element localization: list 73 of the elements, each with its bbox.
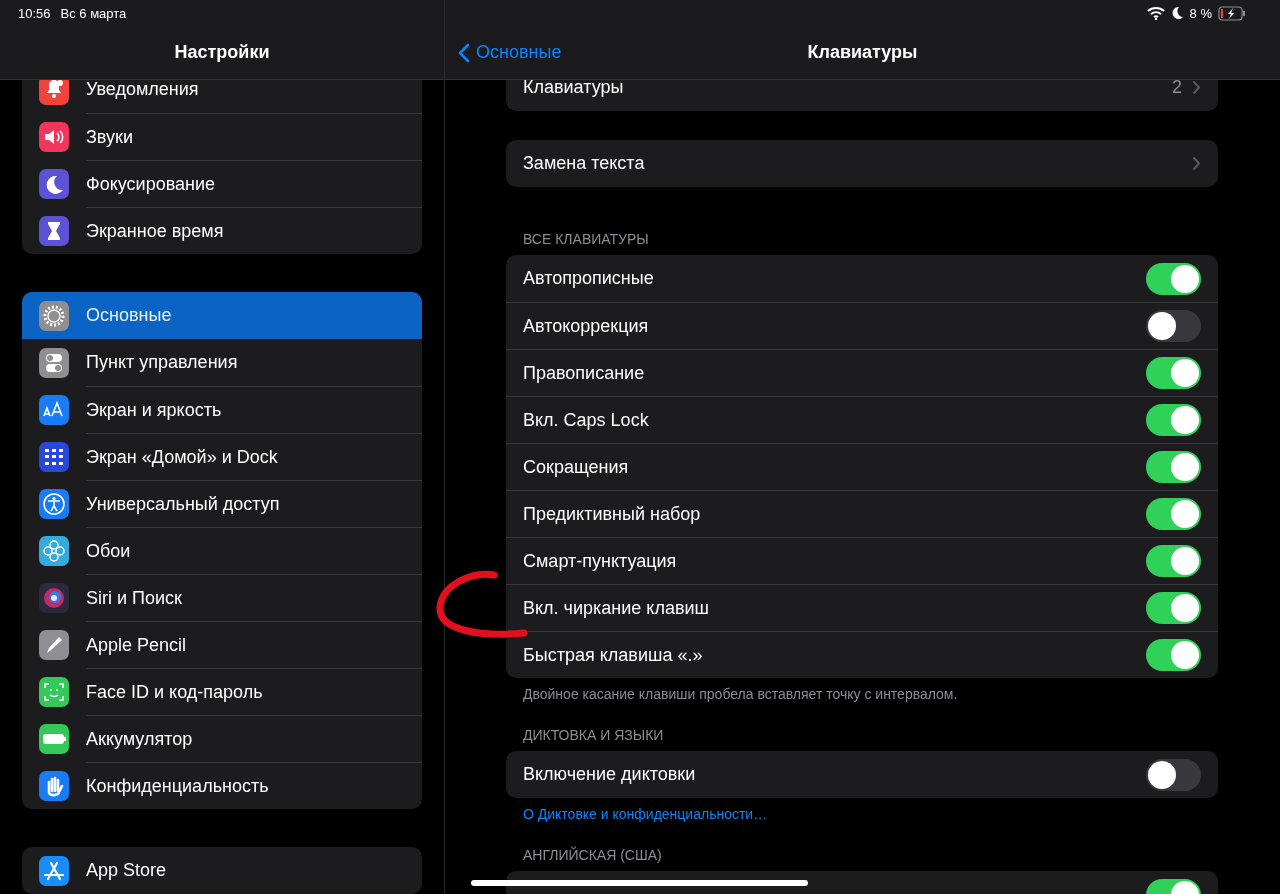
chevron-right-icon <box>1192 80 1201 95</box>
section-header: АНГЛИЙСКАЯ (США) <box>523 846 663 864</box>
toggle-switch[interactable] <box>1146 545 1201 577</box>
sidebar-item[interactable]: Экранное время <box>22 207 422 254</box>
item-label: Face ID и код-пароль <box>86 681 263 703</box>
row-label: Автопрописные <box>523 268 655 289</box>
privacy-link[interactable]: О Диктовке и конфиденциальности… <box>523 806 1280 823</box>
item-label: App Store <box>86 860 167 881</box>
sidebar-title: Настройки <box>174 42 270 63</box>
row-label: Включение диктовки <box>523 764 697 785</box>
status-date: Вс 6 марта <box>60 5 127 21</box>
item-label: Apple Pencil <box>86 634 187 656</box>
sidebar-item[interactable]: Звуки <box>22 113 422 160</box>
toggle-switch[interactable] <box>1146 639 1201 671</box>
sidebar-item[interactable]: Фокусирование <box>22 160 422 207</box>
chevron-left-icon <box>458 42 470 63</box>
item-label: Конфиденциальность <box>86 775 269 797</box>
item-label: Универсальный доступ <box>86 493 280 515</box>
toggle-switch[interactable] <box>1146 451 1201 483</box>
sidebar-item[interactable]: Уведомления <box>22 80 422 113</box>
toggle-switch[interactable] <box>1146 592 1201 624</box>
sidebar-item[interactable]: Face ID и код-пароль <box>22 668 422 715</box>
row-label: Замена текста <box>523 153 646 174</box>
row-label: Вкл. Caps Lock <box>523 409 650 431</box>
row-label: Правописание <box>523 362 646 384</box>
item-label: Siri и Поиск <box>86 587 182 609</box>
toggle-switch[interactable] <box>1146 404 1201 436</box>
toggle-switch[interactable] <box>1146 498 1201 530</box>
sidebar-item[interactable]: Экран и яркость <box>22 386 422 433</box>
item-label: Экран «Домой» и Dock <box>86 446 278 468</box>
sidebar-item[interactable]: Пункт управления <box>22 339 422 386</box>
section-header: ВСЕ КЛАВИАТУРЫ <box>523 230 650 248</box>
settings-row[interactable]: Клавиатуры 2 <box>506 80 1218 111</box>
sidebar-item[interactable]: Конфиденциальность <box>22 762 422 809</box>
row-label: Предиктивный набор <box>523 503 702 525</box>
sidebar-item[interactable]: Apple Pencil <box>22 621 422 668</box>
toggle-switch[interactable] <box>1146 310 1201 342</box>
sidebar-item[interactable]: Siri и Поиск <box>22 574 422 621</box>
sidebar-item[interactable]: App Store <box>22 847 422 894</box>
row-label: Быстрая клавиша «.» <box>523 644 704 666</box>
row-value: 2 <box>1172 80 1182 98</box>
page-title: Клавиатуры <box>807 42 918 63</box>
toggle-switch[interactable] <box>1146 262 1201 295</box>
row-label: Автокоррекция <box>523 315 650 337</box>
row-label: Вкл. чиркание клавиш <box>523 597 710 619</box>
wifi-icon <box>1146 6 1165 20</box>
item-label: Фокусирование <box>86 173 216 195</box>
battery-percent: 8 % <box>1189 5 1212 21</box>
sidebar-item[interactable]: Аккумулятор <box>22 715 422 762</box>
item-label: Аккумулятор <box>86 728 193 750</box>
sidebar-item[interactable]: Основные <box>22 292 422 339</box>
sidebar-item[interactable]: Обои <box>22 527 422 574</box>
footer-note: Двойное касание клавиши пробела вставляет точку с интервалом. <box>523 686 959 703</box>
settings-row[interactable]: Замена текста <box>506 140 1218 187</box>
status-time: 10:56 <box>18 5 51 21</box>
item-label: Уведомления <box>86 80 199 100</box>
section-header: ДИКТОВКА И ЯЗЫКИ <box>523 726 665 744</box>
item-label: Пункт управления <box>86 352 238 373</box>
item-label: Обои <box>86 540 131 562</box>
chevron-right-icon <box>1192 156 1201 171</box>
toggle-switch[interactable] <box>1146 758 1201 791</box>
sidebar-item[interactable]: Универсальный доступ <box>22 480 422 527</box>
item-label: Экран и яркость <box>86 399 222 421</box>
row-label: Клавиатуры <box>523 80 625 98</box>
row-label: Сокращения <box>523 456 630 478</box>
item-label: Звуки <box>86 126 133 148</box>
sidebar-item[interactable]: Экран «Домой» и Dock <box>22 433 422 480</box>
item-label: Экранное время <box>86 220 224 242</box>
row-label: Смарт-пунктуация <box>523 550 678 572</box>
moon-icon <box>1170 6 1184 20</box>
item-label: Основные <box>86 305 172 326</box>
back-button[interactable]: Основные <box>445 42 562 63</box>
toggle-switch[interactable] <box>1146 357 1201 389</box>
